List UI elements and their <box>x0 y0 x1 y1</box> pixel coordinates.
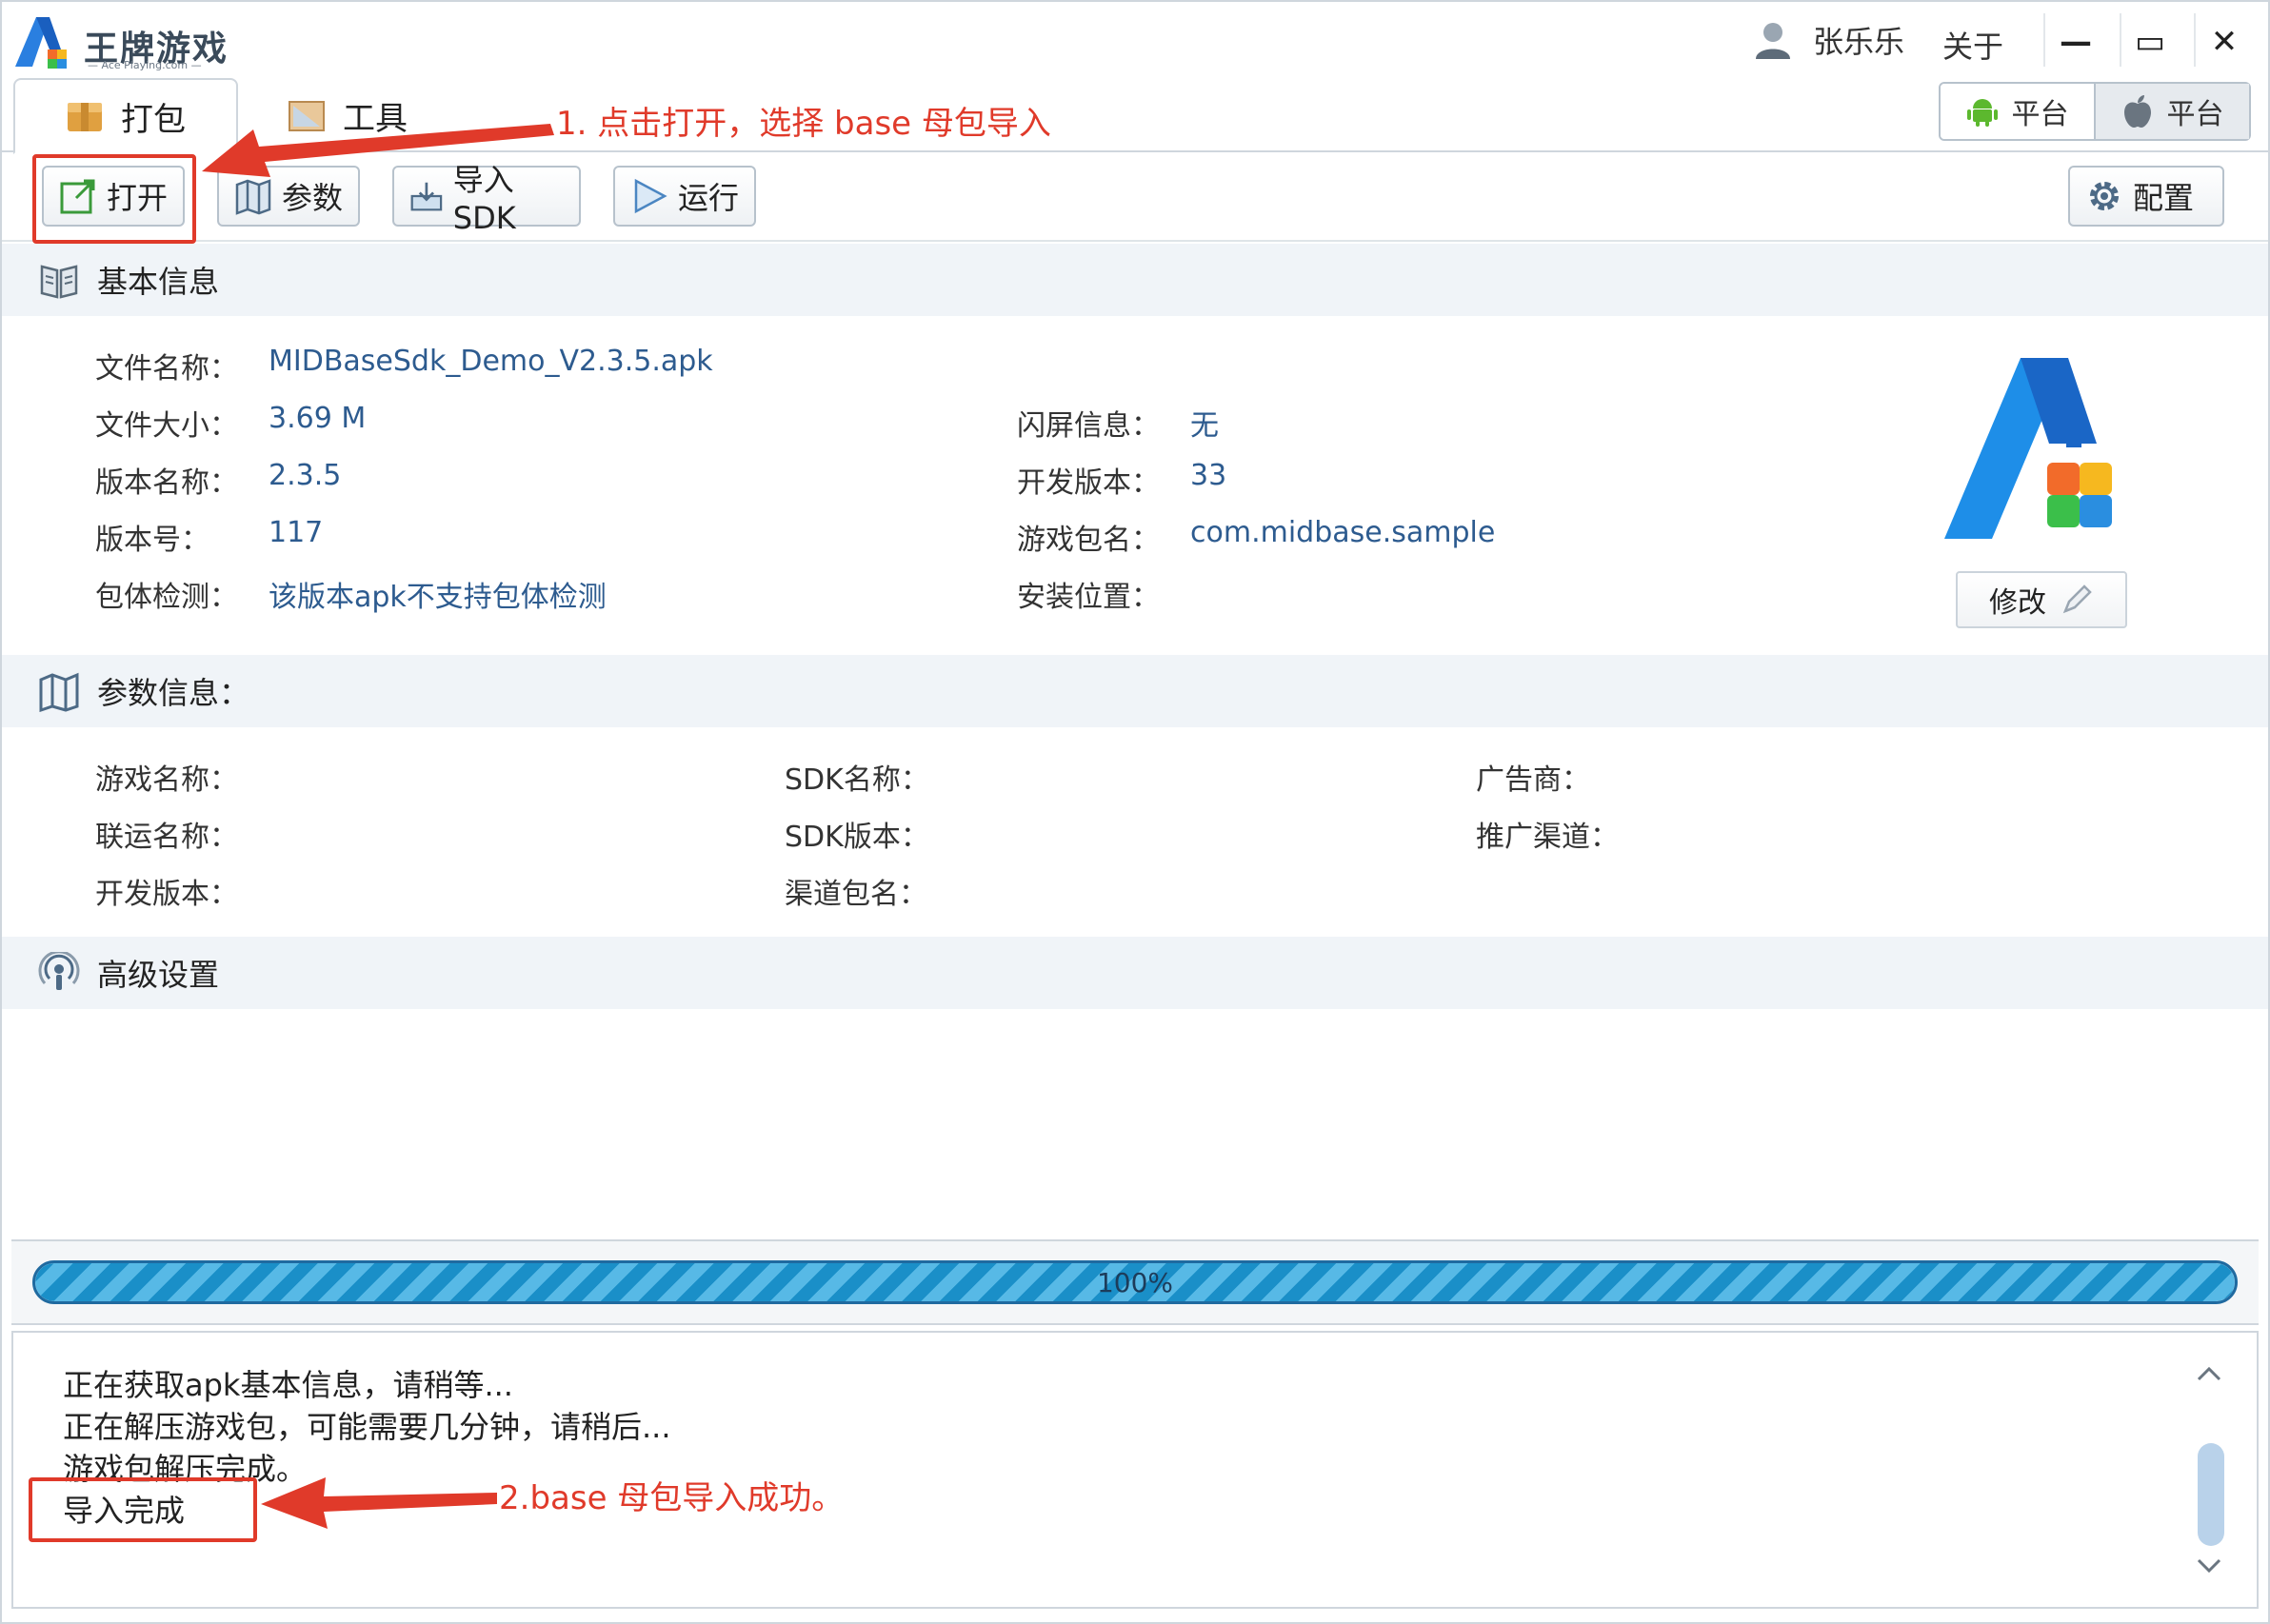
title-bar: 王牌游戏 — Ace Playing.com — 张乐乐 关于 — ▭ ✕ <box>2 2 2268 78</box>
game-app-icon <box>1944 358 2112 539</box>
map-book-icon <box>39 672 79 712</box>
advertiser-label: 广告商： <box>1476 763 1590 797</box>
version-name-label: 版本名称： <box>95 466 238 500</box>
platform-ios-label: 平台 <box>2166 98 2224 131</box>
advanced-settings-header[interactable]: 高级设置 <box>2 937 2268 1009</box>
scroll-down-icon[interactable] <box>2196 1557 2222 1574</box>
annotation-arrow-icon <box>261 1477 497 1529</box>
broadcast-icon <box>38 952 80 990</box>
app-logo-subtitle: — Ace Playing.com — <box>88 59 202 71</box>
install-location-label: 安装位置： <box>1017 581 1160 614</box>
annotation-highlight-open <box>32 154 196 244</box>
box-icon <box>68 103 102 131</box>
params-info-header: 参数信息： <box>2 655 2268 727</box>
minimize-button[interactable]: — <box>2047 17 2104 67</box>
progress-bar: 100% <box>32 1260 2238 1304</box>
app-logo: 王牌游戏 — Ace Playing.com — <box>10 11 257 72</box>
package-name-label: 游戏包名： <box>1017 524 1160 557</box>
edit-button-label: 修改 <box>1989 586 2046 620</box>
close-button[interactable]: ✕ <box>2196 17 2253 67</box>
gear-icon <box>2090 182 2119 210</box>
user-avatar-icon <box>1756 23 1790 59</box>
log-line: 正在解压游戏包，可能需要几分钟，请稍后... <box>63 1409 671 1445</box>
apple-icon <box>2123 95 2151 128</box>
promo-channel-label: 推广渠道： <box>1476 821 1619 854</box>
joint-name-label: 联运名称： <box>95 821 238 854</box>
play-icon <box>634 178 667 214</box>
annotation-arrow-icon <box>202 124 554 177</box>
basic-info-header: 基本信息 <box>2 244 2268 316</box>
user-name: 张乐乐 <box>1813 24 1905 60</box>
log-scrollbar-thumb[interactable] <box>2198 1443 2224 1546</box>
title-separator <box>2043 13 2045 67</box>
annotation-highlight-complete <box>29 1477 257 1542</box>
basic-info-title: 基本信息 <box>97 264 220 300</box>
edit-icon-button[interactable]: 修改 <box>1956 571 2127 628</box>
file-size-label: 文件大小： <box>95 409 238 443</box>
scroll-up-icon[interactable] <box>2196 1365 2222 1382</box>
platform-ios-button[interactable]: 平台 <box>2096 84 2249 139</box>
progress-area: 100% <box>11 1239 2259 1325</box>
run-button-label: 运行 <box>678 180 740 216</box>
config-button-label: 配置 <box>2133 180 2195 216</box>
open-book-icon <box>40 265 78 299</box>
app-logo-icon <box>15 17 67 69</box>
package-name-value: com.midbase.sample <box>1190 516 1496 549</box>
file-name-label: 文件名称： <box>95 352 238 386</box>
annotation-step1: 1. 点击打开，选择 base 母包导入 <box>556 105 1051 143</box>
pencil-icon <box>2062 584 2092 614</box>
splash-value: 无 <box>1190 409 1219 443</box>
log-line: 正在获取apk基本信息，请稍等... <box>63 1367 513 1403</box>
params-info-title: 参数信息： <box>97 675 250 711</box>
package-check-label: 包体检测： <box>95 581 238 614</box>
file-size-value: 3.69 M <box>269 402 367 435</box>
about-link[interactable]: 关于 <box>1942 23 2003 67</box>
progress-text: 100% <box>1096 1266 1174 1298</box>
maximize-button[interactable]: ▭ <box>2121 17 2179 67</box>
tab-package-label: 打包 <box>121 100 186 139</box>
params-dev-version-label: 开发版本： <box>95 878 238 911</box>
advanced-settings-title: 高级设置 <box>97 957 220 993</box>
dev-version-label: 开发版本： <box>1017 466 1160 500</box>
dev-version-value: 33 <box>1190 459 1227 492</box>
game-name-label: 游戏名称： <box>95 763 238 797</box>
sdk-version-label: SDK版本： <box>785 821 929 854</box>
platform-switch: 平台 平台 <box>1939 82 2251 141</box>
file-name-value: MIDBaseSdk_Demo_V2.3.5.apk <box>269 345 713 378</box>
sdk-name-label: SDK名称： <box>785 763 929 797</box>
channel-package-label: 渠道包名： <box>785 878 927 911</box>
version-code-label: 版本号： <box>95 524 209 557</box>
platform-android-button[interactable]: 平台 <box>1941 84 2096 139</box>
version-name-value: 2.3.5 <box>269 459 342 492</box>
run-button[interactable]: 运行 <box>613 166 756 227</box>
android-icon <box>1966 99 1998 127</box>
app-window: 王牌游戏 — Ace Playing.com — 张乐乐 关于 — ▭ ✕ 打包 <box>0 0 2270 1624</box>
annotation-step2: 2.base 母包导入成功。 <box>499 1479 845 1517</box>
config-button[interactable]: 配置 <box>2068 166 2224 227</box>
package-check-value: 该版本apk不支持包体检测 <box>269 581 607 614</box>
platform-android-label: 平台 <box>2011 98 2069 131</box>
version-code-value: 117 <box>269 516 324 549</box>
splash-label: 闪屏信息： <box>1017 409 1160 443</box>
user-account[interactable]: 张乐乐 <box>1754 19 1904 61</box>
